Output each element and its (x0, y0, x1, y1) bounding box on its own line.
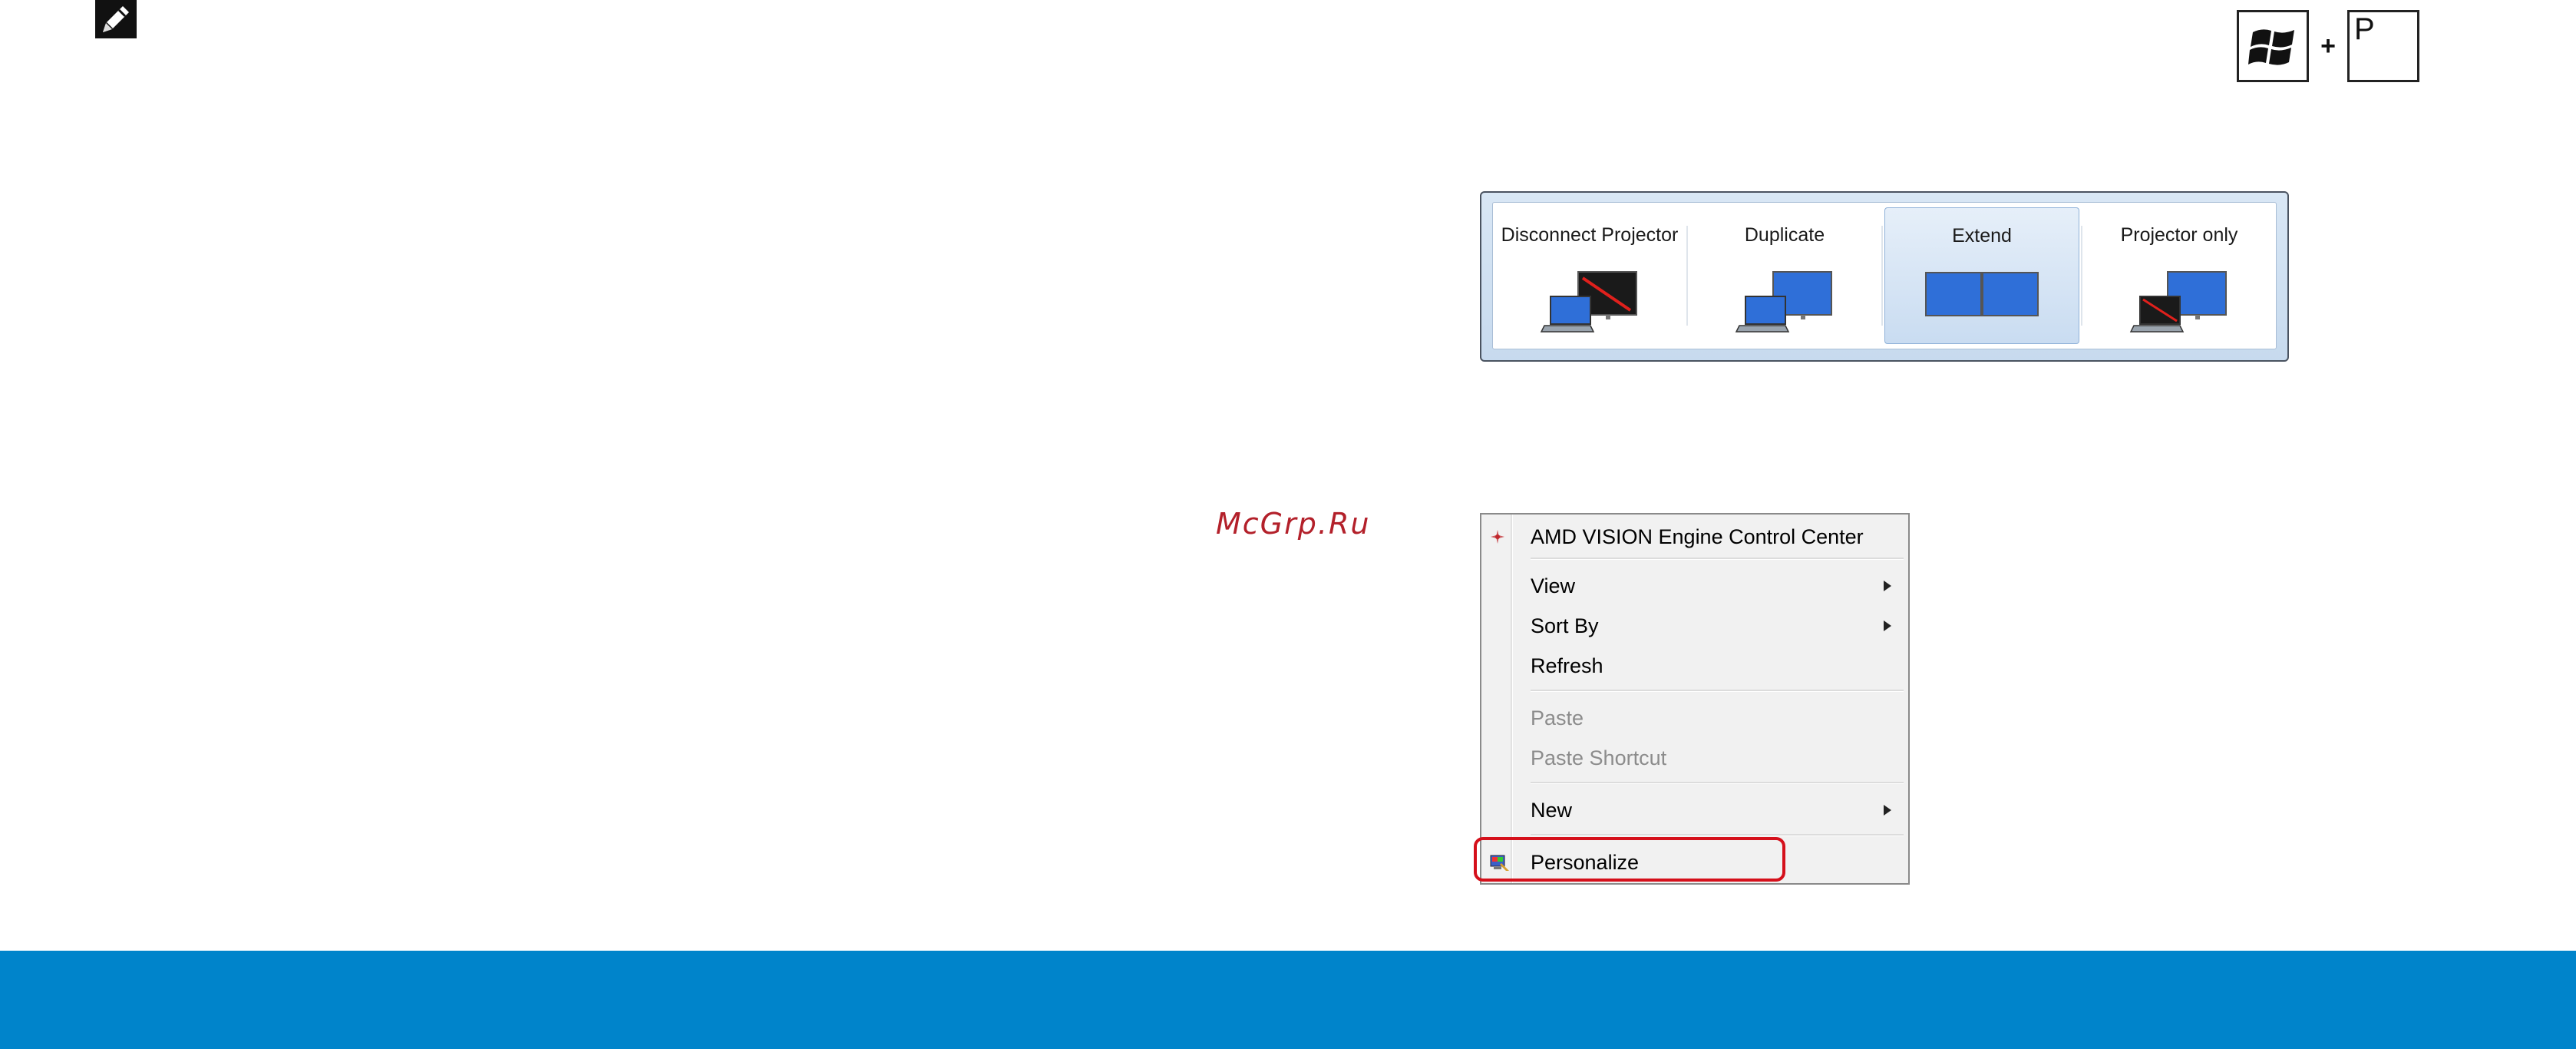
watermark-text: McGrp.Ru (1216, 507, 1371, 541)
option-extend[interactable]: Extend (1884, 207, 2079, 344)
option-label: Duplicate (1744, 224, 1825, 246)
menu-item-label: Refresh (1531, 654, 1603, 677)
option-label: Projector only (2120, 224, 2238, 246)
desktop-context-menu: AMD VISION Engine Control Center View So… (1480, 513, 1910, 885)
menu-item-amd-vision[interactable]: AMD VISION Engine Control Center (1481, 518, 1908, 556)
p-key: P (2347, 10, 2419, 82)
menu-item-paste[interactable]: Paste (1481, 699, 1908, 737)
projector-switcher: Disconnect Projector Duplicate Extend Pr… (1480, 191, 2289, 362)
extend-icon (1925, 272, 2039, 316)
menu-separator (1531, 782, 1904, 784)
option-projector-only[interactable]: Projector only (2082, 203, 2276, 349)
plus-sign: + (2320, 31, 2336, 61)
windows-logo-icon (2248, 29, 2294, 65)
menu-item-label: Paste Shortcut (1531, 746, 1667, 769)
menu-item-label: New (1531, 799, 1573, 822)
menu-separator (1531, 690, 1904, 692)
option-duplicate[interactable]: Duplicate (1688, 203, 1881, 349)
projector-only-icon (2129, 271, 2227, 333)
option-label: Extend (1952, 225, 2012, 247)
duplicate-icon (1735, 271, 1832, 333)
personalize-highlight-callout (1474, 837, 1785, 882)
amd-icon (1489, 527, 1506, 551)
submenu-arrow-icon (1884, 805, 1891, 816)
note-pencil-icon (95, 0, 137, 38)
menu-separator (1531, 558, 1904, 560)
projector-options: Disconnect Projector Duplicate Extend Pr… (1492, 202, 2277, 349)
footer-blue-band (0, 951, 2576, 1049)
submenu-arrow-icon (1884, 620, 1891, 631)
p-key-label: P (2354, 12, 2375, 46)
menu-item-label: Sort By (1531, 614, 1599, 637)
menu-item-paste-shortcut[interactable]: Paste Shortcut (1481, 739, 1908, 777)
menu-item-label: View (1531, 574, 1576, 597)
windows-key (2237, 10, 2309, 82)
option-divider (1881, 226, 1883, 326)
submenu-arrow-icon (1884, 581, 1891, 591)
option-disconnect-projector[interactable]: Disconnect Projector (1493, 203, 1686, 349)
menu-separator (1531, 834, 1904, 836)
option-label: Disconnect Projector (1501, 224, 1679, 246)
menu-item-label: AMD VISION Engine Control Center (1531, 525, 1864, 548)
menu-item-refresh[interactable]: Refresh (1481, 647, 1908, 685)
menu-item-new[interactable]: New (1481, 791, 1908, 829)
disconnect-projector-icon (1540, 271, 1637, 333)
keyboard-shortcut: + P (2237, 9, 2419, 83)
menu-item-sort-by[interactable]: Sort By (1481, 607, 1908, 645)
menu-item-view[interactable]: View (1481, 567, 1908, 605)
menu-item-label: Paste (1531, 707, 1584, 730)
